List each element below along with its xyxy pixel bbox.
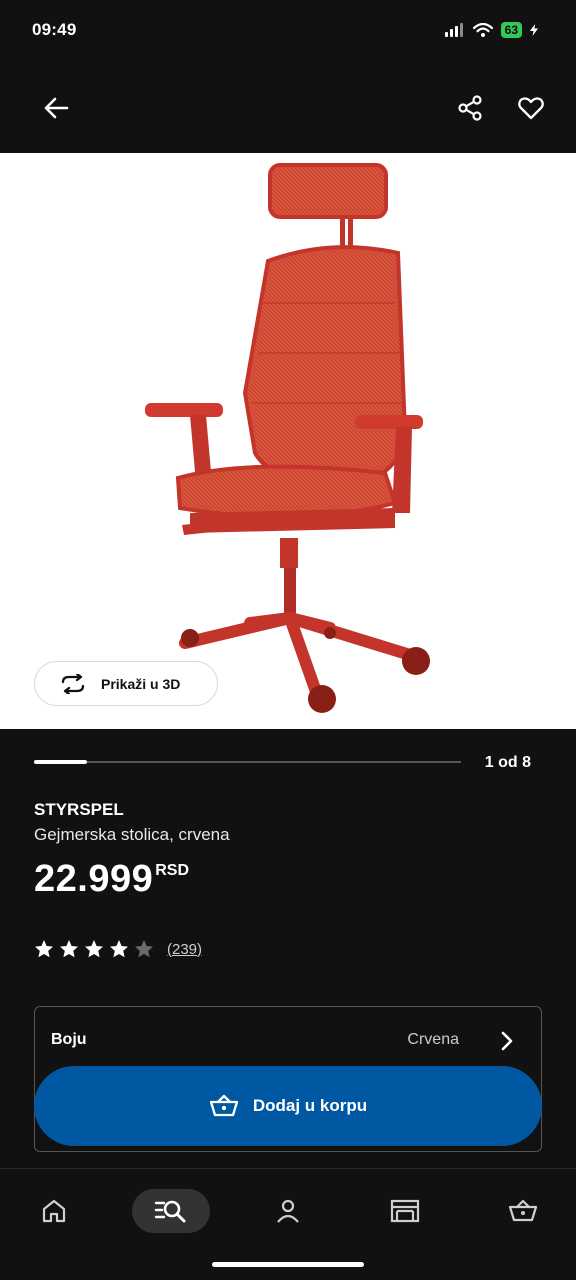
color-value: Crvena	[407, 1031, 459, 1048]
nav-cart[interactable]	[484, 1189, 562, 1233]
rating[interactable]: (239)	[34, 939, 202, 959]
basket-icon	[209, 1094, 239, 1117]
charging-icon	[530, 24, 538, 36]
add-to-cart-label: Dodaj u korpu	[252, 1096, 368, 1115]
top-app-bar	[0, 62, 576, 153]
chevron-right-icon	[501, 1031, 513, 1051]
product-image	[145, 163, 430, 713]
rating-stars	[34, 939, 154, 959]
back-button[interactable]	[34, 86, 78, 130]
status-icons: 63	[444, 22, 538, 38]
wifi-icon	[472, 23, 493, 37]
home-indicator	[212, 1262, 364, 1267]
product-description: Gejmerska stolica, crvena	[34, 825, 230, 844]
star-filled-icon	[110, 940, 128, 958]
share-icon	[458, 95, 482, 121]
star-filled-icon	[60, 940, 78, 958]
review-count[interactable]: (239)	[167, 941, 202, 958]
person-icon	[277, 1199, 299, 1223]
arrow-left-icon	[44, 97, 69, 119]
star-filled-icon	[35, 940, 53, 958]
view-3d-label: Prikaži u 3D	[101, 675, 181, 692]
product-image-gallery[interactable]: Prikaži u 3D	[0, 153, 576, 729]
nav-store[interactable]	[366, 1189, 444, 1233]
battery-indicator: 63	[500, 22, 522, 38]
pager-track	[34, 760, 461, 764]
pager-counter: 1 od 8	[484, 754, 531, 771]
heart-icon	[518, 97, 544, 120]
price-currency: RSD	[155, 862, 190, 879]
nav-search[interactable]	[132, 1189, 210, 1233]
rotate-3d-icon	[61, 673, 85, 694]
cart-icon	[508, 1199, 538, 1222]
nav-home[interactable]	[15, 1189, 93, 1233]
image-pager: 1 od 8	[34, 752, 534, 774]
status-bar: 09:49 63	[0, 0, 576, 62]
view-3d-button[interactable]: Prikaži u 3D	[34, 661, 218, 706]
search-list-icon	[154, 1200, 186, 1223]
product-price: 22.999 RSD	[34, 856, 189, 902]
product-name: STYRSPEL	[34, 800, 124, 819]
star-empty-icon	[135, 940, 153, 958]
star-filled-icon	[85, 940, 103, 958]
nav-profile[interactable]	[249, 1189, 327, 1233]
status-time: 09:49	[32, 20, 77, 39]
color-selector[interactable]: Boju Crvena	[35, 1007, 541, 1067]
add-to-cart-button[interactable]: Dodaj u korpu	[34, 1066, 542, 1146]
pager-progress	[34, 760, 88, 764]
favorite-button[interactable]	[509, 86, 553, 130]
price-value: 22.999	[34, 858, 154, 900]
store-icon	[390, 1199, 420, 1223]
signal-icon	[444, 23, 463, 37]
home-icon	[42, 1199, 66, 1223]
color-label: Boju	[51, 1031, 87, 1048]
share-button[interactable]	[448, 86, 492, 130]
